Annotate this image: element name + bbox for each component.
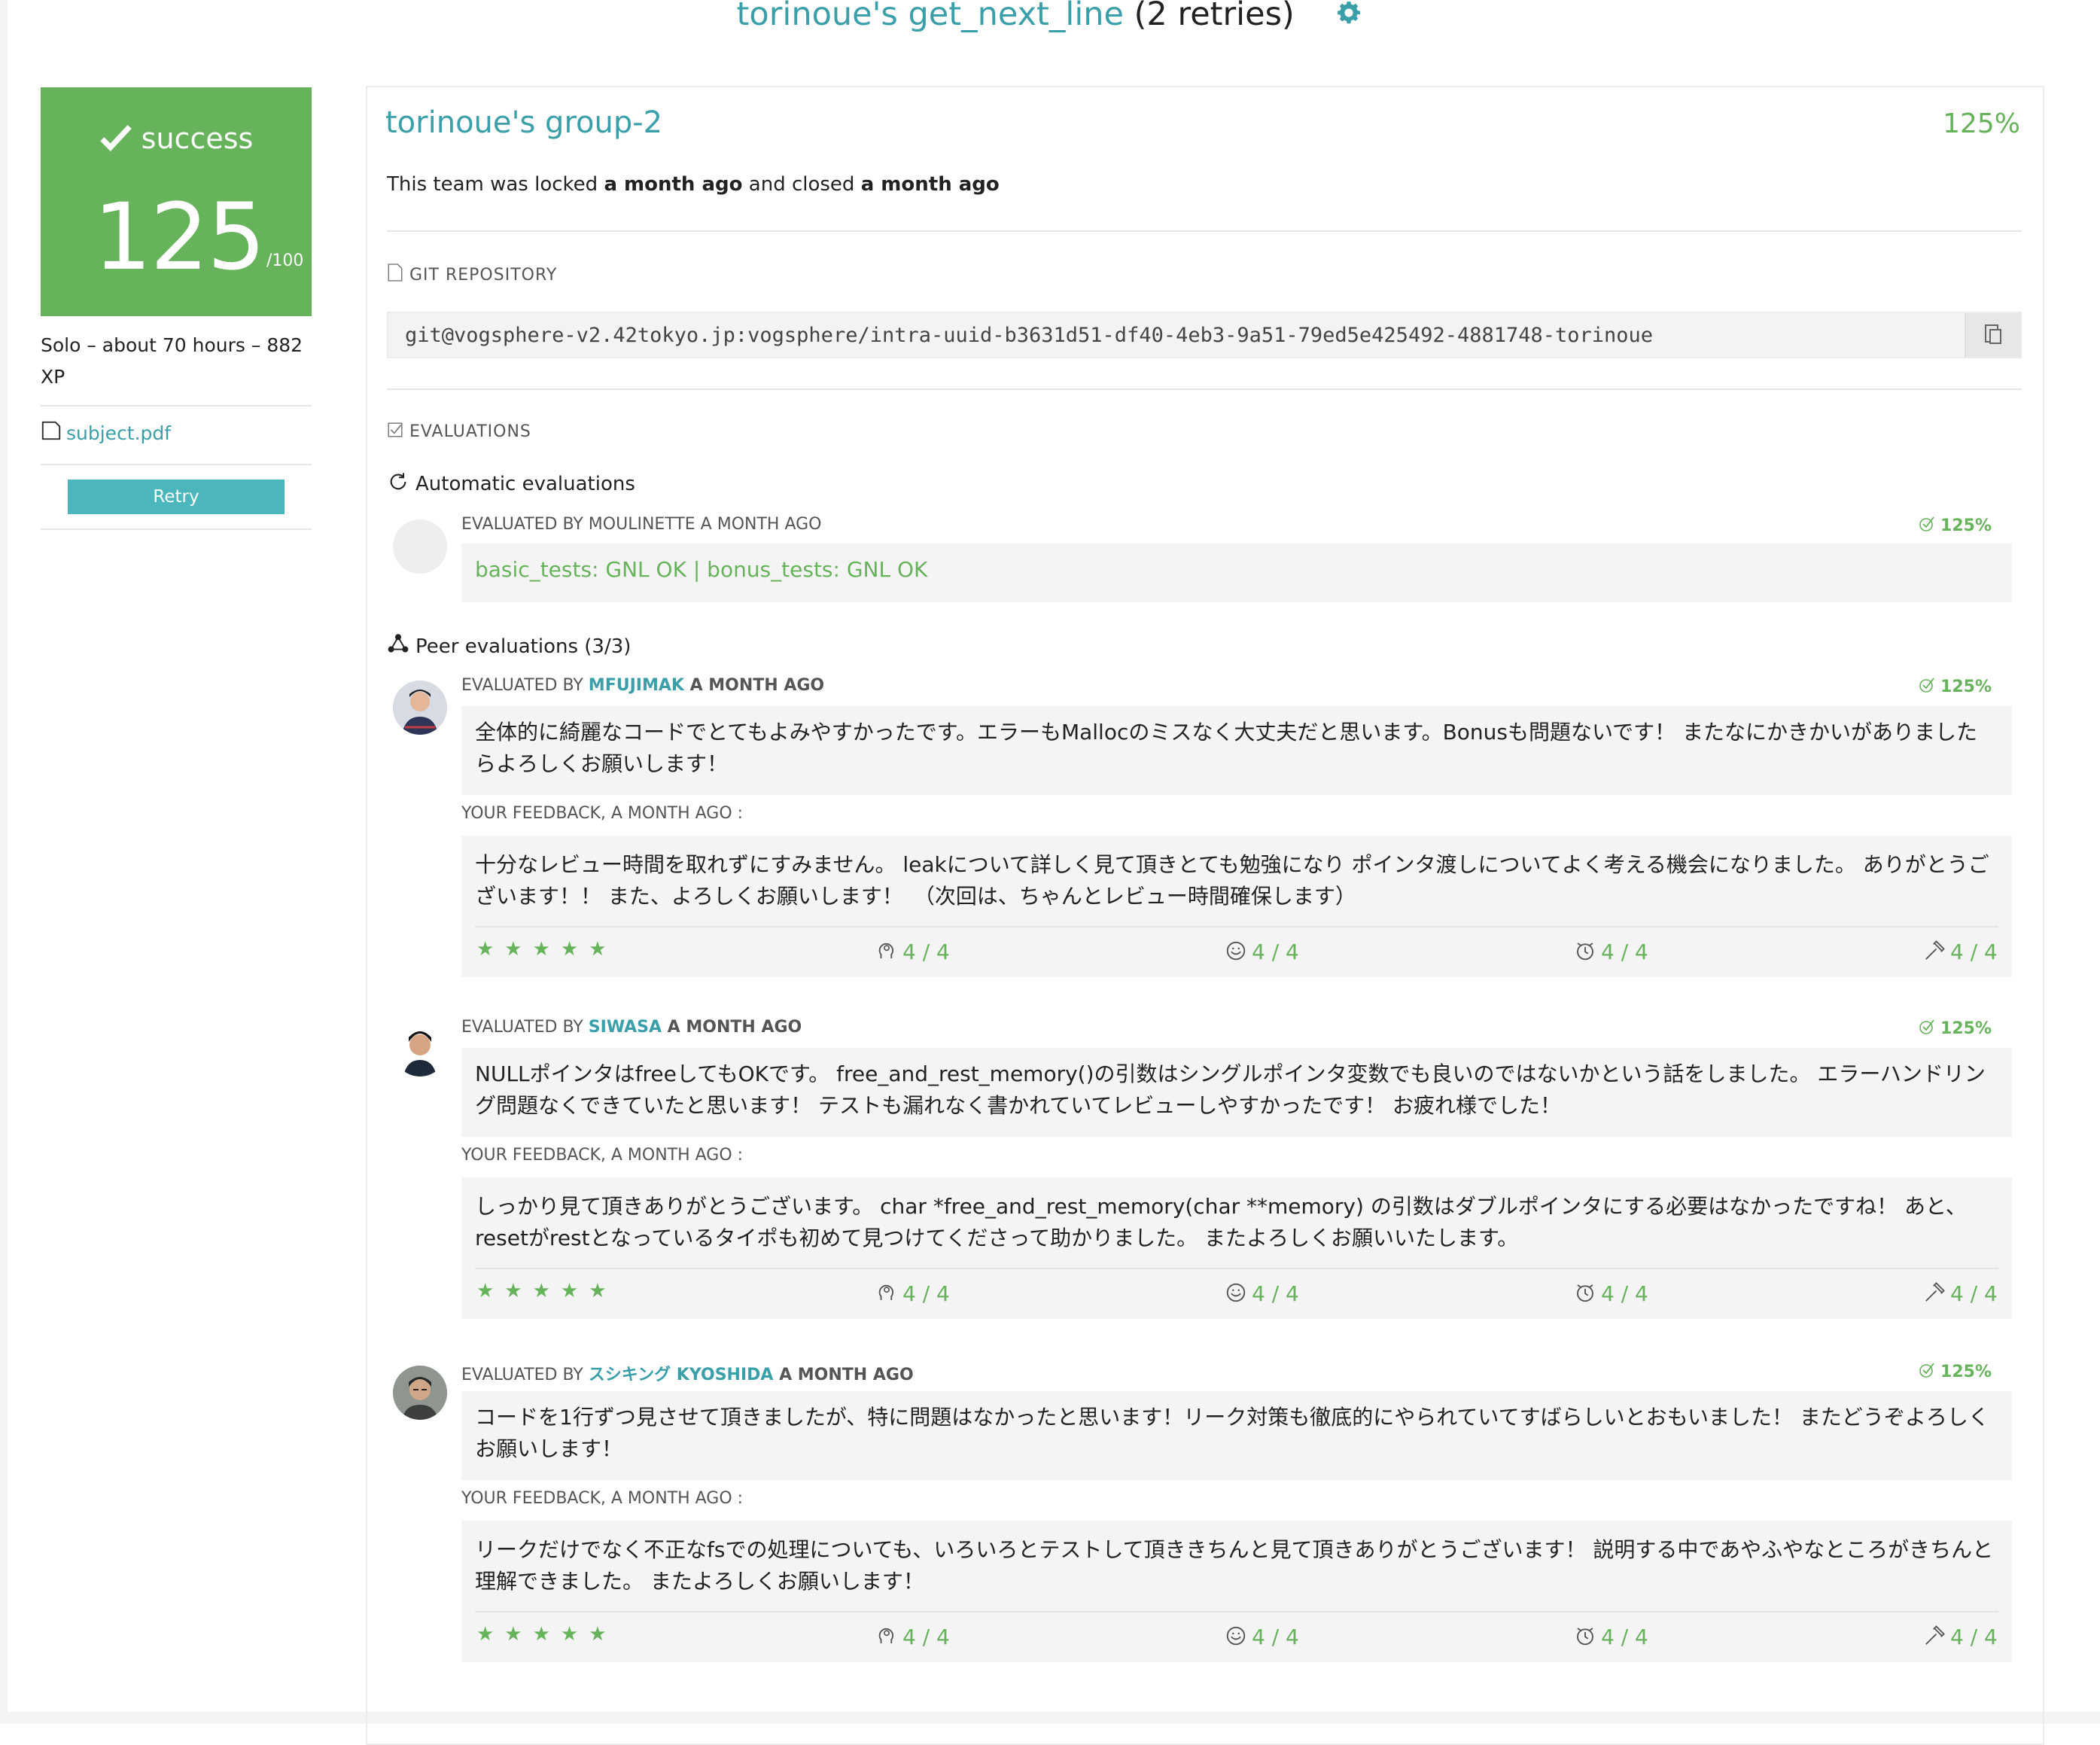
head-icon bbox=[878, 1628, 894, 1643]
divider bbox=[41, 528, 312, 530]
feedback-box: リークだけでなく不正なfsでの処理についても、いろいろとテストして頂ききちんと見… bbox=[461, 1521, 2012, 1662]
feedback-label: YOUR FEEDBACK, A MONTH AGO : bbox=[461, 1489, 744, 1508]
rigor-score: 4 / 4 bbox=[1923, 939, 1998, 964]
rating-stars: ★★★★★ bbox=[476, 1623, 617, 1646]
punctuality-score: 4 / 4 bbox=[875, 939, 950, 964]
head-icon bbox=[878, 943, 894, 958]
max-score: /100 bbox=[266, 251, 304, 270]
status-badge: success 125 /100 bbox=[41, 87, 312, 316]
peer-evaluated-by: EVALUATED BY スシキング KYOSHIDA A MONTH AGO bbox=[461, 1366, 914, 1384]
divider bbox=[475, 926, 1998, 927]
auto-result: basic_tests: GNL OK | bonus_tests: GNL O… bbox=[461, 544, 2012, 602]
punctuality-score: 4 / 4 bbox=[875, 1625, 950, 1649]
divider bbox=[387, 388, 2022, 390]
smile-icon bbox=[1226, 941, 1246, 961]
divider bbox=[41, 405, 312, 407]
peer-comment: コードを1行ずつ見させて頂きましたが、特に問題はなかったと思います！リーク対策も… bbox=[461, 1391, 2012, 1480]
document-icon bbox=[388, 263, 403, 282]
evaluator-link[interactable]: スシキング KYOSHIDA bbox=[589, 1366, 774, 1384]
git-url-field[interactable]: git@vogsphere-v2.42tokyo.jp:vogsphere/in… bbox=[387, 312, 2022, 358]
divider bbox=[387, 230, 2022, 232]
rating-stars: ★★★★★ bbox=[476, 1280, 617, 1302]
avatar[interactable] bbox=[393, 681, 447, 735]
avatar[interactable] bbox=[393, 1366, 447, 1420]
feedback-text: しっかり見て頂きありがとうございます。 char *free_and_rest_… bbox=[475, 1194, 1967, 1250]
auto-percent: 125% bbox=[1918, 515, 1992, 535]
friendliness-score: 4 / 4 bbox=[1225, 1281, 1299, 1306]
hammer-icon bbox=[1925, 1282, 1945, 1302]
checkbox-icon bbox=[388, 422, 403, 437]
alarm-clock-icon bbox=[1577, 1284, 1593, 1302]
alarm-clock-icon bbox=[1577, 943, 1593, 961]
peer-comment: NULLポインタはfreeしてもOKです。 free_and_rest_memo… bbox=[461, 1048, 2012, 1137]
time-score: 4 / 4 bbox=[1574, 939, 1648, 964]
automatic-evaluations-title: Automatic evaluations bbox=[387, 471, 635, 495]
git-url[interactable]: git@vogsphere-v2.42tokyo.jp:vogsphere/in… bbox=[405, 324, 1653, 347]
peer-percent: 125% bbox=[1918, 676, 1992, 696]
copy-icon[interactable] bbox=[1965, 313, 2020, 357]
feedback-box: 十分なレビュー時間を取れずにすみません。 leakについて詳しく見て頂きとても勉… bbox=[461, 836, 2012, 977]
check-circle-icon bbox=[1919, 678, 1934, 693]
smile-icon bbox=[1226, 1283, 1246, 1302]
smile-icon bbox=[1226, 1626, 1246, 1646]
final-score: 125 bbox=[93, 184, 266, 291]
page-left-edge bbox=[0, 0, 8, 1724]
subject-pdf-link[interactable]: subject.pdf bbox=[41, 420, 171, 444]
team-name-link[interactable]: torinoue's group-2 bbox=[385, 105, 662, 140]
retries-count: (2 retries) bbox=[1134, 0, 1295, 33]
peer-comment: 全体的に綺麗なコードでとてもよみやすかったです。エラーもMallocのミスなく大… bbox=[461, 706, 2012, 795]
peer-percent: 125% bbox=[1918, 1018, 1992, 1038]
head-icon bbox=[878, 1284, 894, 1300]
divider bbox=[475, 1268, 1998, 1269]
time-score: 4 / 4 bbox=[1574, 1281, 1648, 1306]
status-label: success bbox=[41, 122, 312, 155]
divider bbox=[475, 1611, 1998, 1613]
rating-stars: ★★★★★ bbox=[476, 938, 617, 961]
feedback-text: リークだけでなく不正なfsでの処理についても、いろいろとテストして頂ききちんと見… bbox=[475, 1537, 1994, 1594]
check-circle-icon bbox=[1919, 1363, 1934, 1378]
team-lock-status: This team was locked a month ago and clo… bbox=[387, 173, 1000, 196]
avatar bbox=[393, 519, 447, 574]
project-title-link[interactable]: torinoue's get_next_line bbox=[737, 0, 1124, 33]
file-icon bbox=[41, 421, 61, 440]
evaluations-section-title: EVALUATIONS bbox=[387, 422, 531, 441]
auto-evaluated-by: EVALUATED BY MOULINETTE A MONTH AGO bbox=[461, 515, 822, 534]
check-circle-icon bbox=[1919, 516, 1934, 531]
friendliness-score: 4 / 4 bbox=[1225, 1625, 1299, 1649]
friendliness-score: 4 / 4 bbox=[1225, 939, 1299, 964]
alarm-clock-icon bbox=[1577, 1628, 1593, 1646]
peer-evaluated-by: EVALUATED BY MFUJIMAK A MONTH AGO bbox=[461, 676, 825, 695]
feedback-text: 十分なレビュー時間を取れずにすみません。 leakについて詳しく見て頂きとても勉… bbox=[475, 852, 1989, 909]
hammer-icon bbox=[1925, 940, 1945, 960]
avatar[interactable] bbox=[393, 1022, 447, 1077]
refresh-icon bbox=[390, 473, 406, 490]
peer-percent: 125% bbox=[1918, 1361, 1992, 1381]
feedback-label: YOUR FEEDBACK, A MONTH AGO : bbox=[461, 804, 744, 823]
gear-icon[interactable] bbox=[1335, 0, 1363, 35]
divider bbox=[41, 464, 312, 465]
peer-evaluations-title: Peer evaluations (3/3) bbox=[387, 632, 631, 658]
git-section-title: GIT REPOSITORY bbox=[387, 263, 557, 285]
retry-button[interactable]: Retry bbox=[68, 480, 285, 514]
check-circle-icon bbox=[1919, 1019, 1934, 1034]
feedback-box: しっかり見て頂きありがとうございます。 char *free_and_rest_… bbox=[461, 1177, 2012, 1319]
checkmark-icon bbox=[99, 124, 132, 151]
rigor-score: 4 / 4 bbox=[1923, 1281, 1998, 1306]
hammer-icon bbox=[1925, 1625, 1945, 1645]
time-score: 4 / 4 bbox=[1574, 1625, 1648, 1649]
evaluator-link[interactable]: MFUJIMAK bbox=[589, 676, 684, 695]
evaluator-link[interactable]: SIWASA bbox=[589, 1018, 662, 1037]
page-title: torinoue's get_next_line (2 retries) bbox=[0, 0, 2100, 41]
peer-evaluated-by: EVALUATED BY SIWASA A MONTH AGO bbox=[461, 1018, 802, 1037]
punctuality-score: 4 / 4 bbox=[875, 1281, 950, 1306]
team-percent: 125% bbox=[1943, 108, 2020, 139]
feedback-label: YOUR FEEDBACK, A MONTH AGO : bbox=[461, 1146, 744, 1165]
project-meta: Solo – about 70 hours – 882 XP bbox=[41, 334, 303, 388]
rigor-score: 4 / 4 bbox=[1923, 1625, 1998, 1649]
network-icon bbox=[388, 634, 409, 653]
